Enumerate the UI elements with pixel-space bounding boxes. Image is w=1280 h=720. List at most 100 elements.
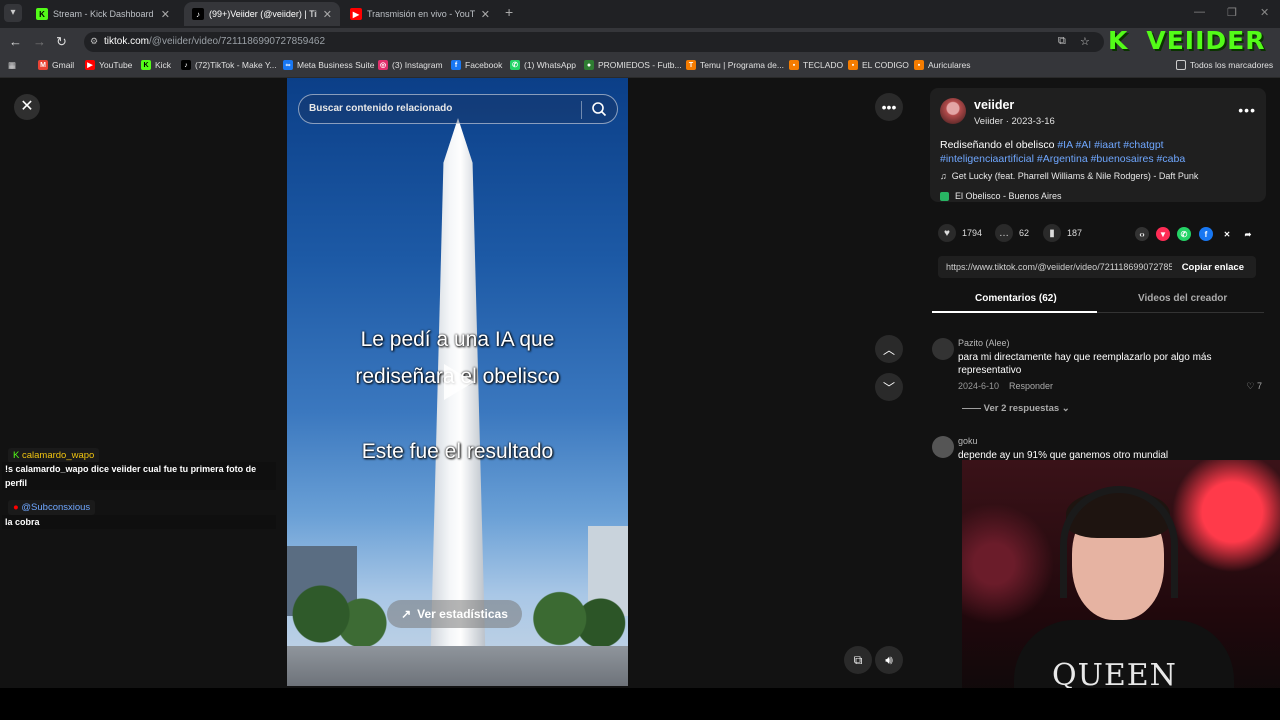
avatar[interactable] bbox=[932, 436, 954, 458]
meta-icon: ∞ bbox=[283, 60, 293, 70]
comment-button[interactable]: … 62 bbox=[995, 224, 1029, 242]
tab-search-button[interactable]: ▾ bbox=[4, 4, 22, 22]
comment-icon: … bbox=[995, 224, 1013, 242]
youtube-icon: ▶ bbox=[350, 8, 362, 20]
heart-icon: ♥ bbox=[938, 224, 956, 242]
chat-username: K calamardo_wapo bbox=[8, 448, 100, 463]
tiktok-icon: ♪ bbox=[192, 8, 204, 20]
share-arrow-icon[interactable]: ➦ bbox=[1241, 227, 1255, 241]
reply-button[interactable]: Responder bbox=[1009, 381, 1053, 391]
volume-icon[interactable]: 🔊︎ bbox=[875, 646, 903, 674]
back-arrow-icon[interactable]: ← bbox=[9, 34, 22, 49]
comment-username[interactable]: goku bbox=[958, 436, 978, 446]
embed-icon[interactable]: ‹› bbox=[1135, 227, 1149, 241]
like-button[interactable]: ♥ 1794 bbox=[938, 224, 982, 242]
search-icon[interactable] bbox=[591, 101, 607, 117]
video-caption-line: Este fue el resultado bbox=[361, 440, 554, 463]
bookmark-gmail[interactable]: M Gmail bbox=[38, 60, 74, 70]
music-note-icon: ♫ bbox=[940, 171, 947, 181]
facebook-icon: f bbox=[451, 60, 461, 70]
forward-arrow-icon[interactable]: → bbox=[33, 34, 46, 49]
close-tab-icon[interactable]: ✕ bbox=[323, 8, 332, 21]
bookmarks-bar: ▦ M Gmail ▶ YouTube K Kick ♪ (72)TikTok - Ma… bbox=[0, 56, 1280, 78]
tab-youtube-live[interactable]: ▶ Transmisión en vivo - YouTube ✕ bbox=[342, 2, 498, 26]
username[interactable]: veiider bbox=[974, 98, 1014, 112]
url-text: tiktok.com/@veiider/video/72111869907278… bbox=[104, 36, 326, 47]
maximize-button[interactable]: ❐ bbox=[1227, 6, 1237, 19]
location-link[interactable]: El Obelisco - Buenos Aires bbox=[940, 191, 1062, 201]
view-replies-button[interactable]: —— Ver 2 respuestas ⌄ bbox=[962, 403, 1070, 414]
new-tab-button[interactable]: + bbox=[505, 4, 513, 20]
copy-link-button[interactable]: Copiar enlace bbox=[1182, 262, 1244, 273]
comment-item: Pazito (Alee) para mi directamente hay q… bbox=[932, 338, 1262, 394]
reload-icon[interactable]: ↻ bbox=[56, 34, 67, 50]
share-link-text[interactable]: https://www.tiktok.com/@veiider/video/72… bbox=[946, 262, 1172, 272]
next-video-icon[interactable]: ﹀ bbox=[875, 373, 903, 401]
kick-icon: K bbox=[36, 8, 48, 20]
author-subline: Veiider · 2023-3-16 bbox=[974, 116, 1055, 127]
more-options-icon[interactable]: ••• bbox=[875, 93, 903, 121]
bookmark-kick[interactable]: K Kick bbox=[141, 60, 171, 70]
close-video-button[interactable]: ✕ bbox=[14, 94, 40, 120]
bookmark-youtube[interactable]: ▶ YouTube bbox=[85, 60, 132, 70]
divider bbox=[581, 101, 582, 119]
whatsapp-share-icon[interactable]: ✆ bbox=[1177, 227, 1191, 241]
facebook-share-icon[interactable]: f bbox=[1199, 227, 1213, 241]
site-info-icon[interactable]: ⚙ bbox=[90, 36, 98, 47]
tab-title: Transmisión en vivo - YouTube bbox=[367, 9, 475, 19]
chat-message: la cobra bbox=[2, 515, 276, 529]
chat-username: ● @Subconsxious bbox=[8, 500, 96, 515]
bookmark-teclado[interactable]: ▪ TECLADO bbox=[789, 60, 843, 70]
bookmark-promiedos[interactable]: ● PROMIEDOS - Futb... bbox=[584, 60, 682, 70]
folder-icon bbox=[1176, 60, 1186, 70]
search-placeholder: Buscar contenido relacionado bbox=[309, 103, 453, 114]
x-share-icon[interactable]: ✕ bbox=[1220, 227, 1234, 241]
comment-text: para mi directamente hay que reemplazarl… bbox=[958, 352, 1212, 376]
all-bookmarks-folder[interactable]: Todos los marcadores bbox=[1176, 60, 1273, 70]
bottom-strip bbox=[0, 688, 1280, 720]
mini-player-icon[interactable]: ⧉ bbox=[844, 646, 872, 674]
bookmark-temu[interactable]: T Temu | Programa de... bbox=[686, 60, 784, 70]
bookmark-star-icon[interactable]: ☆ bbox=[1080, 35, 1090, 48]
bookmark-el-codigo[interactable]: ▪ EL CODIGO bbox=[848, 60, 909, 70]
tab-creator-videos[interactable]: Videos del creador bbox=[1138, 293, 1227, 304]
previous-video-icon[interactable]: ︿ bbox=[875, 335, 903, 363]
close-tab-icon[interactable]: ✕ bbox=[161, 8, 170, 21]
chart-icon: ↗ bbox=[401, 607, 412, 621]
repost-icon[interactable]: ▼ bbox=[1156, 227, 1170, 241]
avatar[interactable] bbox=[932, 338, 954, 360]
close-window-button[interactable]: ✕ bbox=[1260, 6, 1269, 19]
play-icon[interactable] bbox=[442, 362, 476, 402]
save-button[interactable]: ▮ 187 bbox=[1043, 224, 1082, 242]
bookmark-instagram[interactable]: ◎ (3) Instagram bbox=[378, 60, 443, 70]
tab-kick-dashboard[interactable]: K Stream - Kick Dashboard ✕ bbox=[28, 2, 178, 26]
bookmark-whatsapp[interactable]: ✆ (1) WhatsApp bbox=[510, 60, 576, 70]
tab-comments[interactable]: Comentarios (62) bbox=[975, 293, 1057, 304]
related-search-input[interactable]: Buscar contenido relacionado bbox=[298, 94, 618, 124]
apps-grid-icon[interactable]: ▦ bbox=[8, 60, 16, 71]
address-bar[interactable]: ⚙ tiktok.com/@veiider/video/721118699072… bbox=[84, 32, 1104, 52]
active-tab-indicator bbox=[932, 311, 1097, 313]
gmail-icon: M bbox=[38, 60, 48, 70]
kick-channel-logo: K VEIIDER bbox=[1108, 26, 1266, 55]
more-options-icon[interactable]: ••• bbox=[1238, 102, 1256, 118]
comment-username[interactable]: Pazito (Alee) bbox=[958, 338, 1010, 348]
view-stats-button[interactable]: ↗ Ver estadísticas bbox=[387, 600, 522, 628]
bookmark-tiktok[interactable]: ♪ (72)TikTok - Make Y... bbox=[181, 60, 277, 70]
avatar[interactable] bbox=[940, 98, 966, 124]
tab-title: Stream - Kick Dashboard bbox=[53, 9, 154, 19]
music-link[interactable]: ♫ Get Lucky (feat. Pharrell Williams & N… bbox=[940, 171, 1198, 181]
comment-like-button[interactable]: ♡ 7 bbox=[1246, 381, 1262, 392]
bookmark-meta[interactable]: ∞ Meta Business Suite bbox=[283, 60, 374, 70]
bookmark-icon: ▮ bbox=[1043, 224, 1061, 242]
bookmark-auriculares[interactable]: ▪ Auriculares bbox=[914, 60, 971, 70]
youtube-badge-icon: ● bbox=[13, 502, 19, 513]
bookmark-facebook[interactable]: f Facebook bbox=[451, 60, 502, 70]
tab-tiktok[interactable]: ♪ (99+)Veiider (@veiider) | TikTok ✕ bbox=[184, 2, 340, 26]
install-app-icon[interactable]: ⧉ bbox=[1058, 35, 1066, 48]
close-tab-icon[interactable]: ✕ bbox=[481, 8, 490, 21]
kick-icon: K bbox=[141, 60, 151, 70]
browser-toolbar: ← → ↻ ⚙ tiktok.com/@veiider/video/721118… bbox=[0, 28, 1280, 56]
minimize-button[interactable]: — bbox=[1194, 6, 1205, 18]
post-caption: Rediseñando el obelisco #IA #AI #iaart #… bbox=[940, 139, 1186, 165]
